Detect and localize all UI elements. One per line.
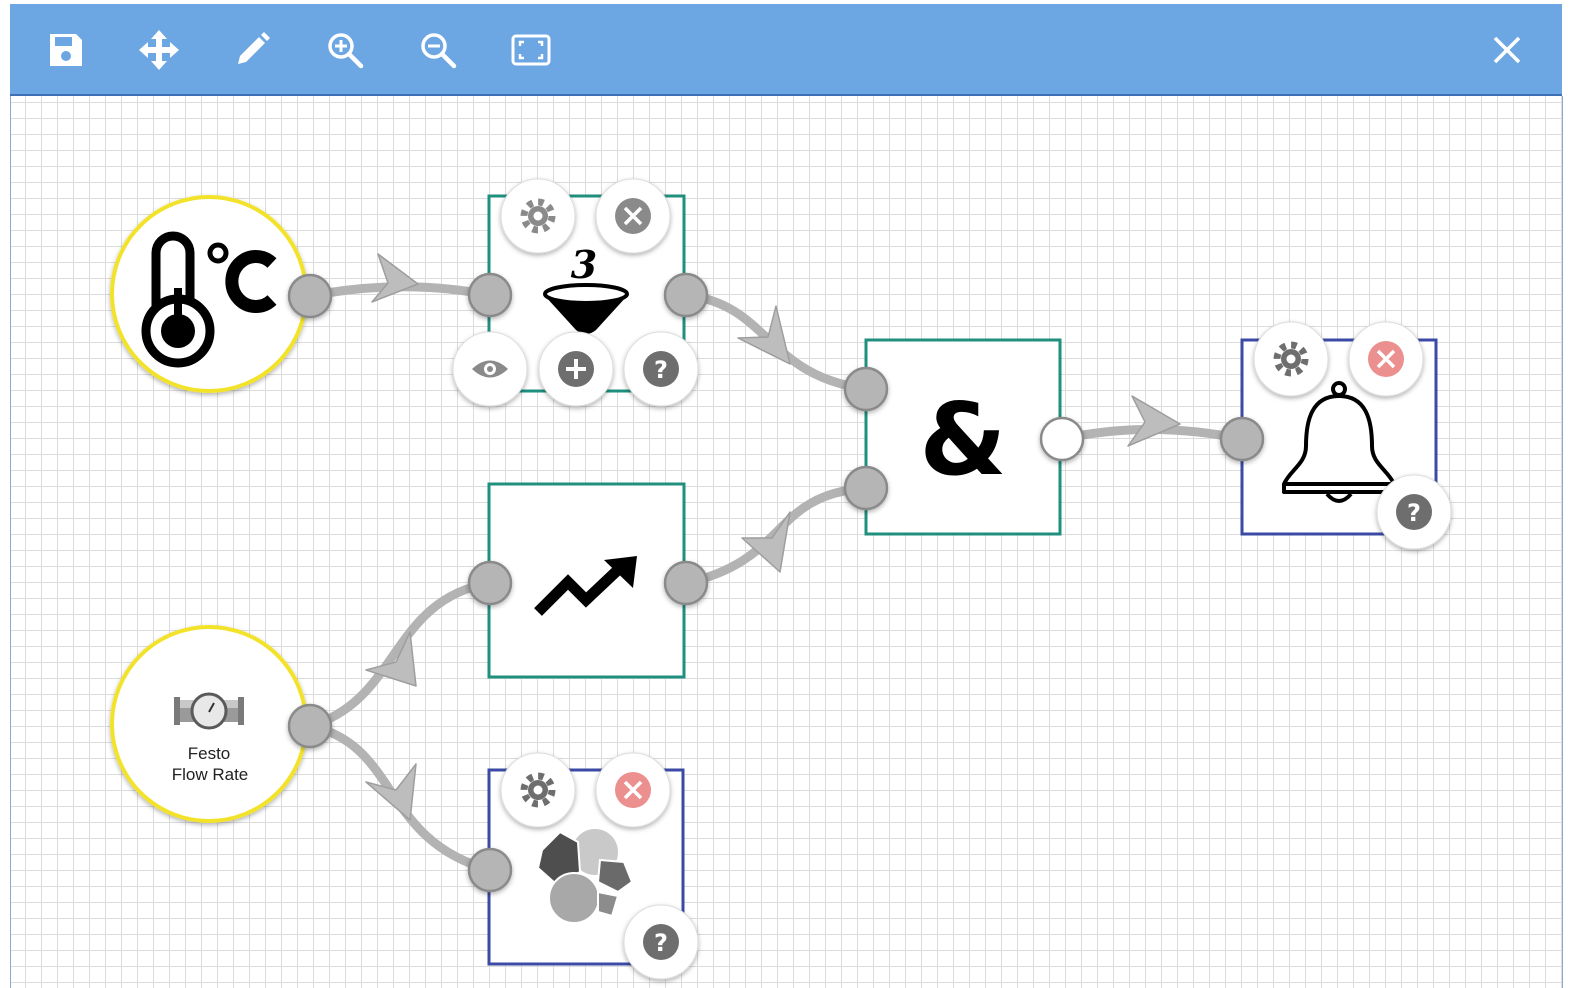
alarm-settings-button[interactable] — [1253, 321, 1329, 397]
node-and[interactable]: & — [864, 338, 1062, 536]
port-cluster-in[interactable] — [467, 847, 513, 893]
port-flow-rate-out[interactable] — [287, 703, 333, 749]
port-trend-in[interactable] — [467, 560, 513, 606]
cluster-settings-button[interactable] — [500, 752, 576, 828]
filter-delete-button[interactable] — [595, 178, 671, 254]
port-alarm-in[interactable] — [1219, 416, 1265, 462]
close-circle-icon — [615, 198, 651, 234]
svg-text:?: ? — [654, 356, 668, 384]
close-circle-icon — [1368, 341, 1404, 377]
flow-rate-label-line1: Festo — [188, 744, 231, 763]
cluster-delete-button[interactable] — [595, 752, 671, 828]
node-flow-rate[interactable]: Festo Flow Rate — [110, 625, 308, 823]
help-icon: ? — [1396, 494, 1432, 530]
arrow-and-alarm — [1127, 395, 1181, 447]
ampersand-icon: & — [919, 381, 1006, 498]
filter-count-badge: 3 — [571, 242, 597, 287]
alarm-help-button[interactable]: ? — [1376, 474, 1452, 550]
flow-rate-label-line2: Flow Rate — [172, 765, 249, 784]
port-temperature-out[interactable] — [287, 273, 333, 319]
filter-view-button[interactable] — [452, 331, 528, 407]
arrow-temperature-filter — [371, 253, 419, 303]
plus-circle-icon — [558, 351, 594, 387]
port-trend-out[interactable] — [663, 560, 709, 606]
help-icon: ? — [643, 351, 679, 387]
filter-settings-button[interactable] — [500, 178, 576, 254]
graph-layer: Festo Flow Rate 3 & ? ? ? — [110, 178, 1452, 980]
port-and-out[interactable] — [1039, 416, 1085, 462]
node-trend[interactable] — [487, 482, 686, 679]
svg-text:?: ? — [654, 929, 668, 957]
svg-text:?: ? — [1407, 499, 1421, 527]
cluster-help-button[interactable]: ? — [623, 904, 699, 980]
port-filter-in[interactable] — [467, 272, 513, 318]
filter-help-button[interactable]: ? — [623, 331, 699, 407]
close-circle-icon — [615, 772, 651, 808]
help-icon: ? — [643, 924, 679, 960]
alarm-delete-button[interactable] — [1348, 321, 1424, 397]
port-and-in-1[interactable] — [843, 366, 889, 412]
port-filter-out[interactable] — [663, 272, 709, 318]
pipeline-editor: Festo Flow Rate 3 & ? ? ? — [0, 0, 1574, 988]
filter-add-button[interactable] — [538, 331, 614, 407]
node-temperature[interactable] — [110, 195, 308, 393]
port-and-in-2[interactable] — [843, 465, 889, 511]
